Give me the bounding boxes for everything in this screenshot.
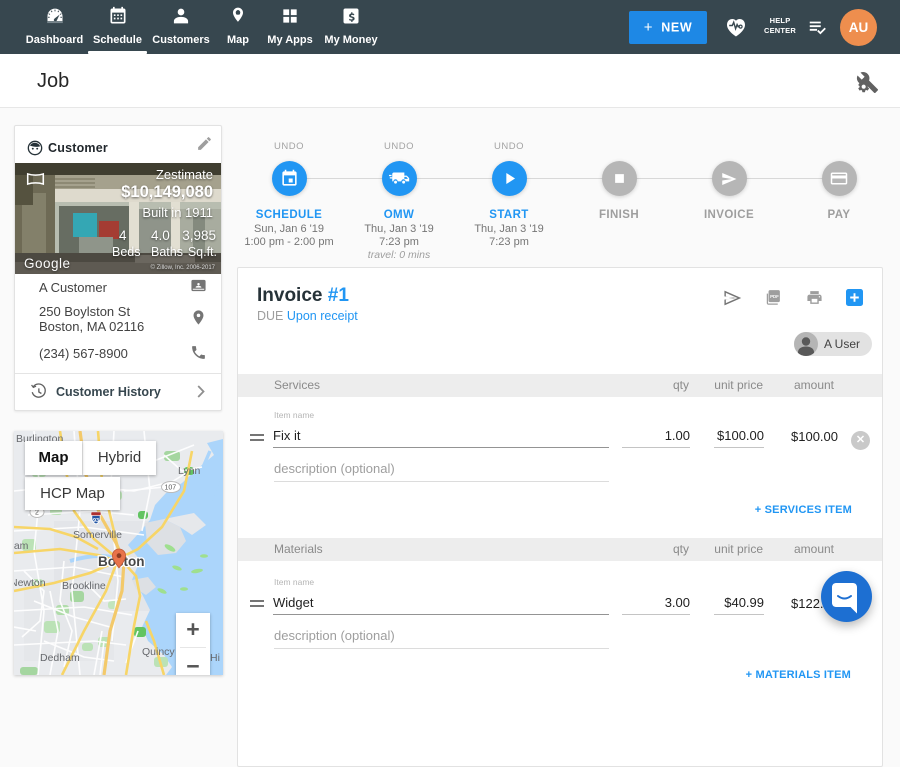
svg-text:Dedham: Dedham: [40, 652, 80, 664]
svg-text:PDF: PDF: [770, 294, 779, 299]
svg-text:Quincy: Quincy: [142, 646, 175, 658]
svg-text:Brookline: Brookline: [62, 580, 106, 592]
svg-text:107: 107: [165, 485, 177, 492]
svg-text:Lynn: Lynn: [178, 465, 201, 477]
svg-text:Somerville: Somerville: [73, 529, 122, 541]
svg-text:2: 2: [35, 510, 39, 517]
svg-text:93: 93: [93, 518, 99, 524]
svg-text:Hi: Hi: [210, 652, 220, 664]
svg-text:ham: ham: [14, 540, 29, 552]
svg-text:Newton: Newton: [14, 577, 46, 589]
